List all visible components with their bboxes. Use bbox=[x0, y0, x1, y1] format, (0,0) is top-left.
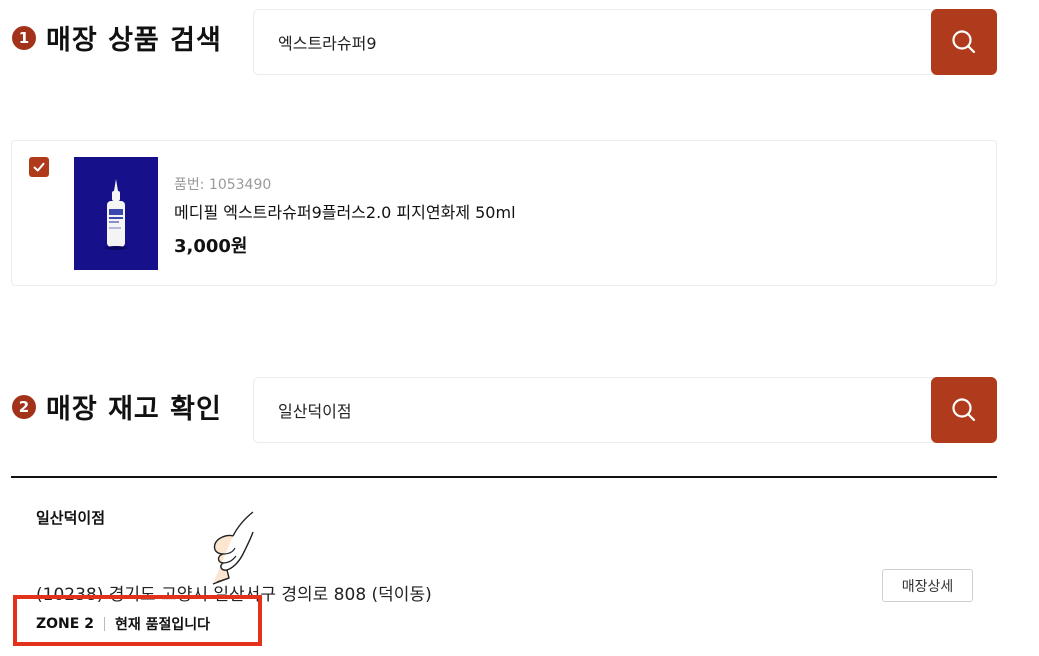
search-icon bbox=[952, 30, 976, 54]
product-search-button[interactable] bbox=[931, 9, 997, 75]
store-search-box bbox=[253, 377, 997, 443]
pointing-hand-icon bbox=[212, 511, 254, 585]
serum-bottle-image bbox=[74, 157, 158, 270]
section-title-product-search: 1 매장 상품 검색 bbox=[12, 18, 222, 57]
product-search-input[interactable] bbox=[254, 10, 934, 74]
product-select-checkbox[interactable] bbox=[29, 157, 49, 177]
step-badge-2: 2 bbox=[12, 394, 36, 419]
product-search-box bbox=[253, 9, 997, 75]
check-icon bbox=[33, 162, 45, 172]
store-name: 일산덕이점 bbox=[36, 509, 106, 527]
store-detail-button[interactable]: 매장상세 bbox=[882, 569, 973, 602]
store-search-button[interactable] bbox=[931, 377, 997, 443]
store-search-input[interactable] bbox=[254, 378, 934, 442]
section-title-text: 매장 재고 확인 bbox=[46, 394, 222, 425]
step-badge-1: 1 bbox=[12, 25, 36, 50]
section-divider bbox=[11, 476, 997, 478]
product-result-card[interactable]: 품번: 1053490 메디필 엑스트라슈퍼9플러스2.0 피지연화제 50ml… bbox=[11, 140, 997, 286]
highlight-annotation-box bbox=[13, 595, 262, 646]
product-code: 품번: 1053490 bbox=[174, 177, 272, 193]
section-title-store-stock: 2 매장 재고 확인 bbox=[12, 387, 222, 426]
product-thumbnail bbox=[74, 157, 158, 270]
section-title-text: 매장 상품 검색 bbox=[46, 25, 222, 56]
search-icon bbox=[952, 398, 976, 422]
product-name: 메디필 엑스트라슈퍼9플러스2.0 피지연화제 50ml bbox=[174, 203, 516, 222]
product-price: 3,000원 bbox=[174, 236, 248, 257]
